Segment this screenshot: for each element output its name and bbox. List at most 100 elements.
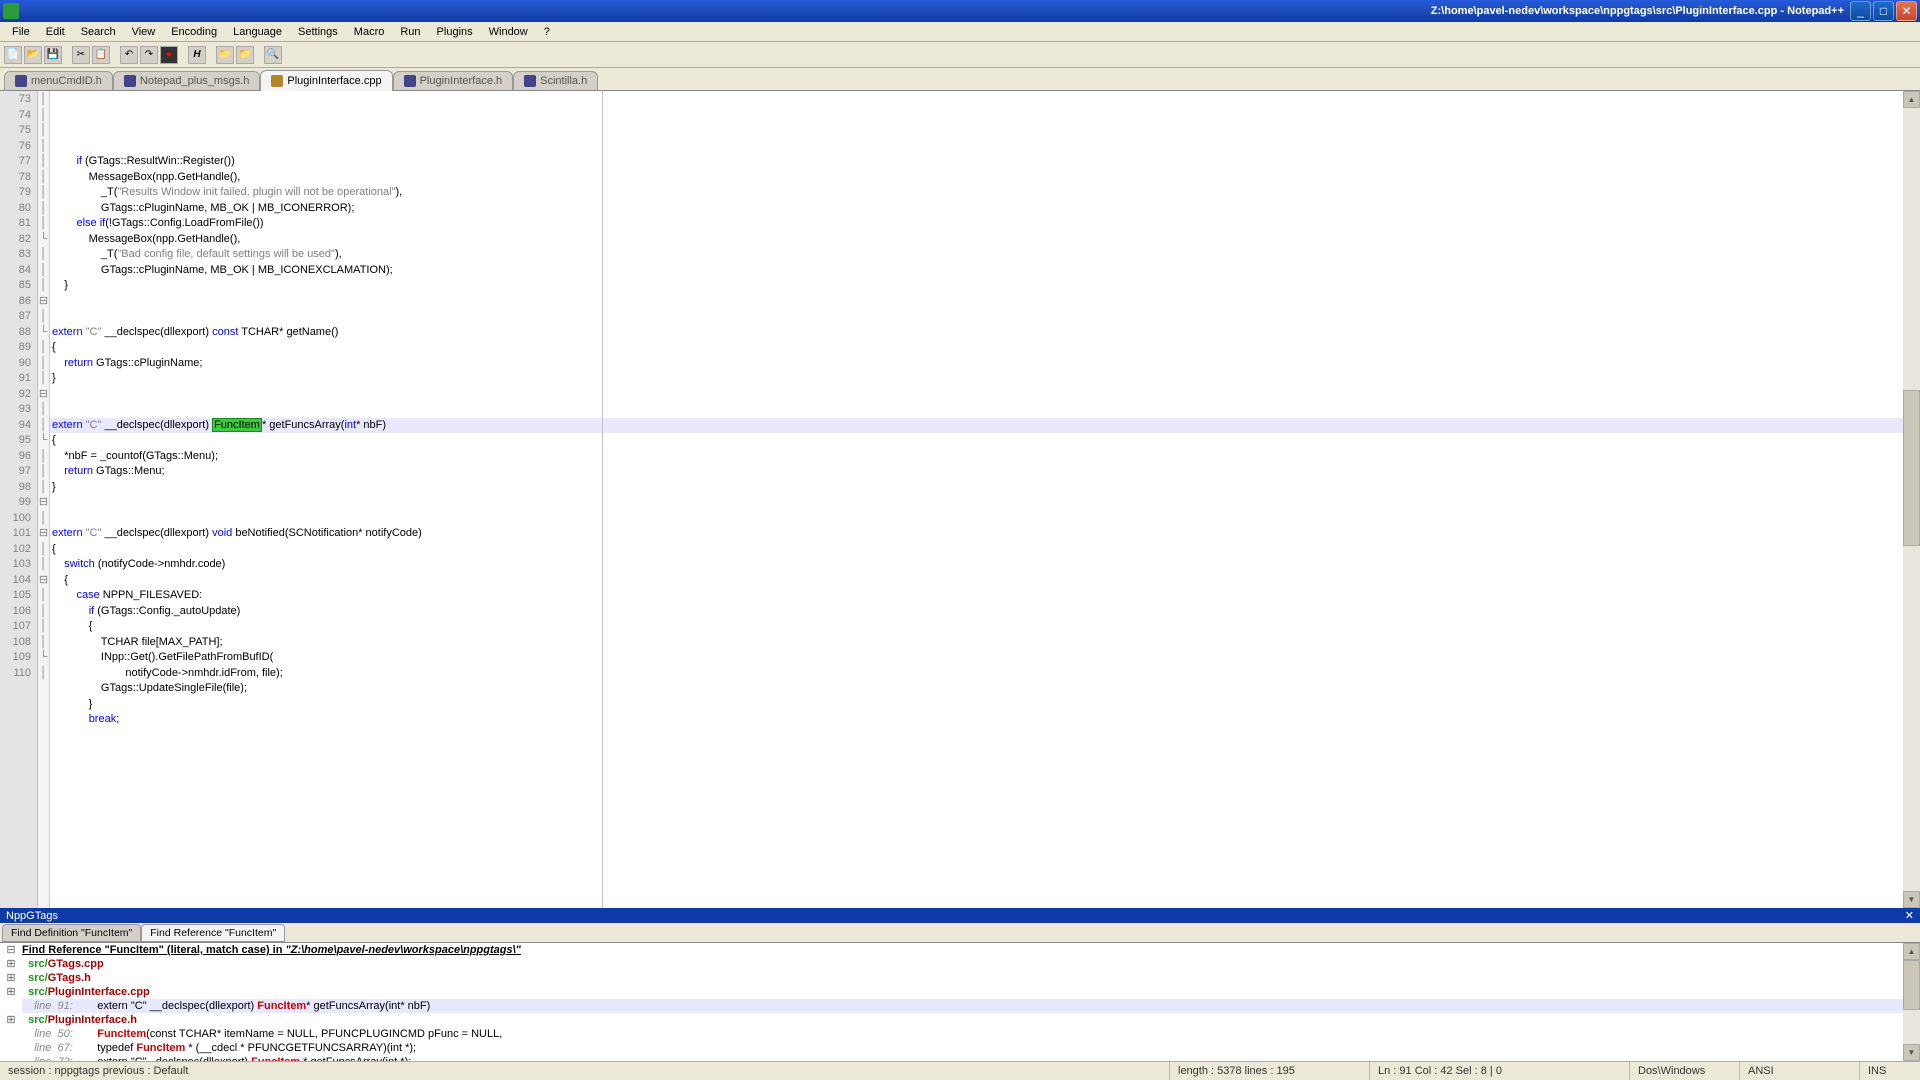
results-tree-gutter[interactable]: ⊟⊞⊞⊞ ⊞ <box>0 943 22 1061</box>
code-line-90[interactable] <box>50 402 1903 418</box>
menu-encoding[interactable]: Encoding <box>163 24 225 40</box>
code-line-91[interactable]: extern "C" __declspec(dllexport) FuncIte… <box>50 418 1903 434</box>
menu-help[interactable]: ? <box>536 24 558 40</box>
result-file[interactable]: src/PluginInterface.h <box>22 1013 1903 1027</box>
code-line-76[interactable]: _T("Results Window init failed, plugin w… <box>50 185 1903 201</box>
editor[interactable]: 7374757677787980818283848586878889909192… <box>0 91 1920 908</box>
redo-button[interactable]: ↷ <box>140 46 158 64</box>
code-line-100[interactable]: switch (notifyCode->nmhdr.code) <box>50 557 1903 573</box>
code-line-85[interactable]: extern "C" __declspec(dllexport) const T… <box>50 325 1903 341</box>
code-line-109[interactable]: } <box>50 697 1903 713</box>
bottom-panel-close-icon[interactable]: ✕ <box>1905 909 1914 922</box>
folder2-button[interactable]: 📁 <box>236 46 254 64</box>
save-button[interactable]: 💾 <box>44 46 62 64</box>
menu-edit[interactable]: Edit <box>38 24 73 40</box>
folder-button[interactable]: 📁 <box>216 46 234 64</box>
code-line-82[interactable]: } <box>50 278 1903 294</box>
results-tab-1[interactable]: Find Reference "FuncItem" <box>141 924 285 942</box>
tab-Scintilla-h[interactable]: Scintilla.h <box>513 71 598 90</box>
results-content[interactable]: Find Reference "FuncItem" (literal, matc… <box>22 943 1903 1061</box>
code-line-105[interactable]: TCHAR file[MAX_PATH]; <box>50 635 1903 651</box>
code-line-94[interactable]: return GTags::Menu; <box>50 464 1903 480</box>
code-line-102[interactable]: case NPPN_FILESAVED: <box>50 588 1903 604</box>
editor-scrollbar[interactable]: ▲ ▼ <box>1903 91 1920 908</box>
new-file-button[interactable]: 📄 <box>4 46 22 64</box>
code-line-83[interactable] <box>50 294 1903 310</box>
close-button[interactable]: ✕ <box>1896 1 1917 21</box>
code-line-87[interactable]: return GTags::cPluginName; <box>50 356 1903 372</box>
code-line-78[interactable]: else if(!GTags::Config.LoadFromFile()) <box>50 216 1903 232</box>
code-line-89[interactable] <box>50 387 1903 403</box>
results-scrollbar[interactable]: ▲ ▼ <box>1903 943 1920 1061</box>
results-scroll-down[interactable]: ▼ <box>1903 1044 1920 1061</box>
result-line[interactable]: line 50: FuncItem(const TCHAR* itemName … <box>22 1027 1903 1041</box>
code-line-86[interactable]: { <box>50 340 1903 356</box>
scroll-down-button[interactable]: ▼ <box>1903 891 1920 908</box>
code-line-88[interactable]: } <box>50 371 1903 387</box>
title-bar: Z:\home\pavel-nedev\workspace\nppgtags\s… <box>0 0 1920 22</box>
search-results[interactable]: ⊟⊞⊞⊞ ⊞ Find Reference "FuncItem" (litera… <box>0 943 1920 1061</box>
minimize-button[interactable]: _ <box>1850 1 1871 21</box>
tab-PluginInterface-h[interactable]: PluginInterface.h <box>393 71 514 90</box>
scroll-thumb[interactable] <box>1903 390 1920 547</box>
menu-plugins[interactable]: Plugins <box>429 24 481 40</box>
result-line[interactable]: line 67: typedef FuncItem * (__cdecl * P… <box>22 1041 1903 1055</box>
zoom-button[interactable]: 🔍 <box>264 46 282 64</box>
highlight-button[interactable]: H <box>188 46 206 64</box>
code-line-84[interactable] <box>50 309 1903 325</box>
code-line-101[interactable]: { <box>50 573 1903 589</box>
code-line-110[interactable]: break; <box>50 712 1903 728</box>
code-line-79[interactable]: MessageBox(npp.GetHandle(), <box>50 232 1903 248</box>
tab-menuCmdID-h[interactable]: menuCmdID.h <box>4 71 113 90</box>
undo-button[interactable]: ↶ <box>120 46 138 64</box>
status-position: Ln : 91 Col : 42 Sel : 8 | 0 <box>1370 1062 1630 1080</box>
code-line-106[interactable]: INpp::Get().GetFilePathFromBufID( <box>50 650 1903 666</box>
code-line-98[interactable]: extern "C" __declspec(dllexport) void be… <box>50 526 1903 542</box>
code-line-108[interactable]: GTags::UpdateSingleFile(file); <box>50 681 1903 697</box>
file-icon <box>404 75 416 87</box>
macro-record-button[interactable]: ● <box>160 46 178 64</box>
menu-search[interactable]: Search <box>73 24 124 40</box>
result-file[interactable]: src/PluginInterface.cpp <box>22 985 1903 999</box>
menu-file[interactable]: File <box>4 24 38 40</box>
results-tab-0[interactable]: Find Definition "FuncItem" <box>2 924 141 942</box>
code-line-74[interactable]: if (GTags::ResultWin::Register()) <box>50 154 1903 170</box>
menu-settings[interactable]: Settings <box>290 24 346 40</box>
code-line-103[interactable]: if (GTags::Config._autoUpdate) <box>50 604 1903 620</box>
scroll-up-button[interactable]: ▲ <box>1903 91 1920 108</box>
menu-language[interactable]: Language <box>225 24 290 40</box>
code-area[interactable]: if (GTags::ResultWin::Register()) Messag… <box>50 91 1903 908</box>
code-line-107[interactable]: notifyCode->nmhdr.idFrom, file); <box>50 666 1903 682</box>
open-file-button[interactable]: 📂 <box>24 46 42 64</box>
menu-view[interactable]: View <box>124 24 164 40</box>
result-line[interactable]: line 91: extern "C" __declspec(dllexport… <box>22 999 1903 1013</box>
code-line-75[interactable]: MessageBox(npp.GetHandle(), <box>50 170 1903 186</box>
copy-button[interactable]: 📋 <box>92 46 110 64</box>
code-line-93[interactable]: *nbF = _countof(GTags::Menu); <box>50 449 1903 465</box>
code-line-104[interactable]: { <box>50 619 1903 635</box>
fold-gutter[interactable]: │││││││││└│││⊟│└│││⊟││└│││⊟│⊟││⊟││││└│ <box>38 91 50 908</box>
code-line-92[interactable]: { <box>50 433 1903 449</box>
code-line-99[interactable]: { <box>50 542 1903 558</box>
code-line-80[interactable]: _T("Bad config file, default settings wi… <box>50 247 1903 263</box>
code-line-77[interactable]: GTags::cPluginName, MB_OK | MB_ICONERROR… <box>50 201 1903 217</box>
code-line-95[interactable]: } <box>50 480 1903 496</box>
scroll-track[interactable] <box>1903 108 1920 891</box>
status-mode: INS <box>1860 1062 1920 1080</box>
code-line-81[interactable]: GTags::cPluginName, MB_OK | MB_ICONEXCLA… <box>50 263 1903 279</box>
result-file[interactable]: src/GTags.cpp <box>22 957 1903 971</box>
bottom-panel-title-bar[interactable]: NppGTags ✕ <box>0 908 1920 923</box>
code-line-97[interactable] <box>50 511 1903 527</box>
result-file[interactable]: src/GTags.h <box>22 971 1903 985</box>
menu-run[interactable]: Run <box>392 24 428 40</box>
tab-bar: menuCmdID.hNotepad_plus_msgs.hPluginInte… <box>0 68 1920 91</box>
code-line-96[interactable] <box>50 495 1903 511</box>
tab-Notepad_plus_msgs-h[interactable]: Notepad_plus_msgs.h <box>113 71 260 90</box>
cut-button[interactable]: ✂ <box>72 46 90 64</box>
menu-window[interactable]: Window <box>481 24 536 40</box>
tab-PluginInterface-cpp[interactable]: PluginInterface.cpp <box>260 70 392 91</box>
results-scroll-up[interactable]: ▲ <box>1903 943 1920 960</box>
maximize-button[interactable]: □ <box>1873 1 1894 21</box>
menu-macro[interactable]: Macro <box>346 24 393 40</box>
code-line-73[interactable] <box>50 139 1903 155</box>
